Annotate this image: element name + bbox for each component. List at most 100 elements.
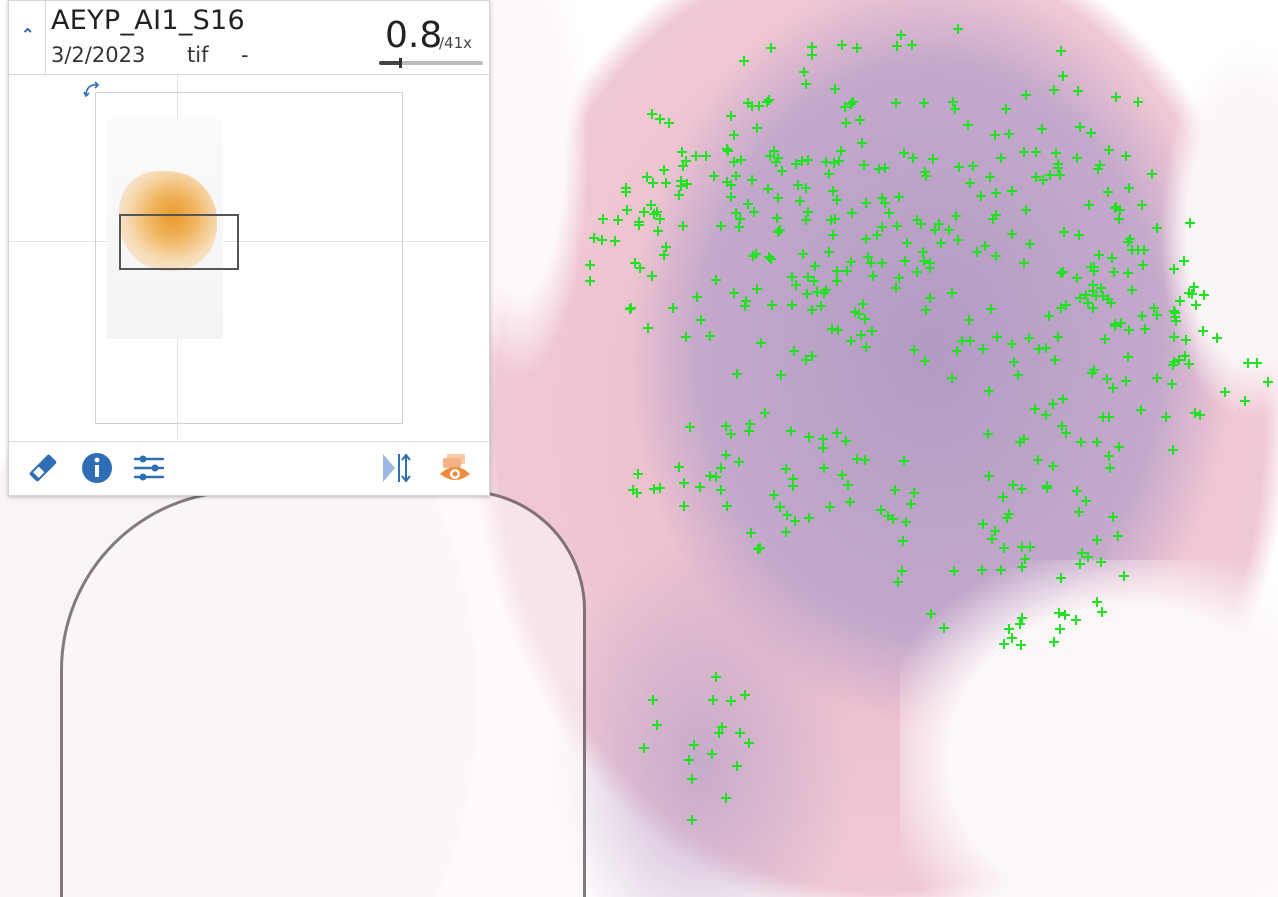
- annotation-marker: [939, 623, 949, 633]
- slide-label-icon[interactable]: [25, 450, 61, 486]
- annotation-marker: [717, 722, 727, 732]
- annotation-marker: [848, 97, 858, 107]
- annotation-marker: [598, 214, 608, 224]
- annotation-marker: [1138, 260, 1148, 270]
- annotation-marker: [984, 471, 994, 481]
- annotation-marker: [954, 162, 964, 172]
- zoom-slider[interactable]: [379, 58, 483, 68]
- annotation-marker: [1187, 289, 1197, 299]
- annotation-marker: [845, 497, 855, 507]
- annotation-marker: [906, 499, 916, 509]
- adjustments-icon[interactable]: [131, 450, 167, 486]
- annotation-marker: [1106, 298, 1116, 308]
- annotation-marker: [747, 175, 757, 185]
- annotation-marker: [984, 386, 994, 396]
- annotation-marker: [1121, 376, 1131, 386]
- annotation-marker: [951, 211, 961, 221]
- annotation-marker: [622, 205, 632, 215]
- annotation-marker: [723, 146, 733, 156]
- annotation-marker: [736, 155, 746, 165]
- annotation-marker: [634, 217, 644, 227]
- annotation-marker: [1103, 294, 1113, 304]
- annotation-marker: [1124, 183, 1134, 193]
- annotation-marker: [790, 516, 800, 526]
- annotation-marker: [773, 193, 783, 203]
- annotation-marker: [837, 40, 847, 50]
- annotation-marker: [952, 346, 962, 356]
- annotation-marker: [1073, 86, 1083, 96]
- annotation-marker: [748, 251, 758, 261]
- annotation-marker: [707, 749, 717, 759]
- annotation-marker: [884, 208, 894, 218]
- annotation-marker: [1050, 355, 1060, 365]
- annotation-marker: [949, 566, 959, 576]
- zoom-control[interactable]: 0.8 /41x: [377, 15, 483, 71]
- annotation-marker: [788, 481, 798, 491]
- annotation-marker: [894, 192, 904, 202]
- annotation-marker: [1086, 128, 1096, 138]
- annotation-marker: [1168, 360, 1178, 370]
- annotation-marker: [764, 95, 774, 105]
- annotation-marker: [668, 303, 678, 313]
- annotation-marker: [828, 230, 838, 240]
- annotation-marker: [696, 315, 706, 325]
- annotation-marker: [964, 315, 974, 325]
- zoom-slider-handle[interactable]: [398, 58, 402, 68]
- annotation-marker: [711, 472, 721, 482]
- annotation-marker: [1055, 624, 1065, 634]
- flip-icon[interactable]: [379, 450, 415, 486]
- annotation-marker: [804, 432, 814, 442]
- annotation-marker: [909, 488, 919, 498]
- annotation-marker: [649, 484, 659, 494]
- annotation-marker: [928, 154, 938, 164]
- annotation-marker: [1113, 531, 1123, 541]
- annotation-marker: [855, 115, 865, 125]
- annotation-marker: [1087, 368, 1097, 378]
- annotation-marker: [833, 325, 843, 335]
- annotation-marker: [1097, 607, 1107, 617]
- annotation-marker: [648, 695, 658, 705]
- annotation-marker: [829, 158, 839, 168]
- annotation-marker: [1191, 300, 1201, 310]
- annotation-marker: [787, 272, 797, 282]
- annotation-marker: [756, 338, 766, 348]
- annotation-marker: [1076, 437, 1086, 447]
- annotation-marker: [1220, 387, 1230, 397]
- slide-thumbnail[interactable]: [9, 75, 489, 439]
- annotation-marker: [1053, 159, 1063, 169]
- annotation-marker: [826, 215, 836, 225]
- annotation-marker: [786, 426, 796, 436]
- annotation-marker: [681, 332, 691, 342]
- visibility-icon[interactable]: [437, 450, 473, 486]
- slide-info-panel: ⌃ AEYP_AI1_S16 3/2/2023 tif - 0.8 /41x: [8, 0, 490, 496]
- annotation-marker: [1094, 250, 1104, 260]
- annotation-marker: [1263, 377, 1273, 387]
- annotation-marker: [782, 510, 792, 520]
- annotation-marker: [647, 271, 657, 281]
- annotation-marker: [812, 287, 822, 297]
- annotation-marker: [901, 517, 911, 527]
- annotation-marker: [765, 151, 775, 161]
- annotation-marker: [985, 172, 995, 182]
- annotation-marker: [912, 215, 922, 225]
- rotate-icon[interactable]: [81, 79, 103, 101]
- thumbnail-viewport-rect[interactable]: [119, 214, 239, 270]
- annotation-marker: [1016, 640, 1026, 650]
- annotation-marker: [978, 344, 988, 354]
- annotation-marker: [642, 172, 652, 182]
- info-icon[interactable]: [79, 450, 115, 486]
- annotation-marker: [735, 728, 745, 738]
- annotation-marker: [777, 166, 787, 176]
- collapse-button[interactable]: ⌃: [9, 1, 46, 74]
- panel-footer: [9, 441, 489, 496]
- annotation-marker: [632, 488, 642, 498]
- annotation-marker: [695, 482, 705, 492]
- annotation-marker: [705, 331, 715, 341]
- annotation-marker: [1092, 597, 1102, 607]
- annotation-marker: [1004, 509, 1014, 519]
- zoom-value: 0.8: [385, 15, 443, 56]
- annotation-marker: [678, 161, 688, 171]
- annotation-marker: [991, 210, 1001, 220]
- annotation-marker: [1004, 624, 1014, 634]
- annotation-marker: [846, 99, 856, 109]
